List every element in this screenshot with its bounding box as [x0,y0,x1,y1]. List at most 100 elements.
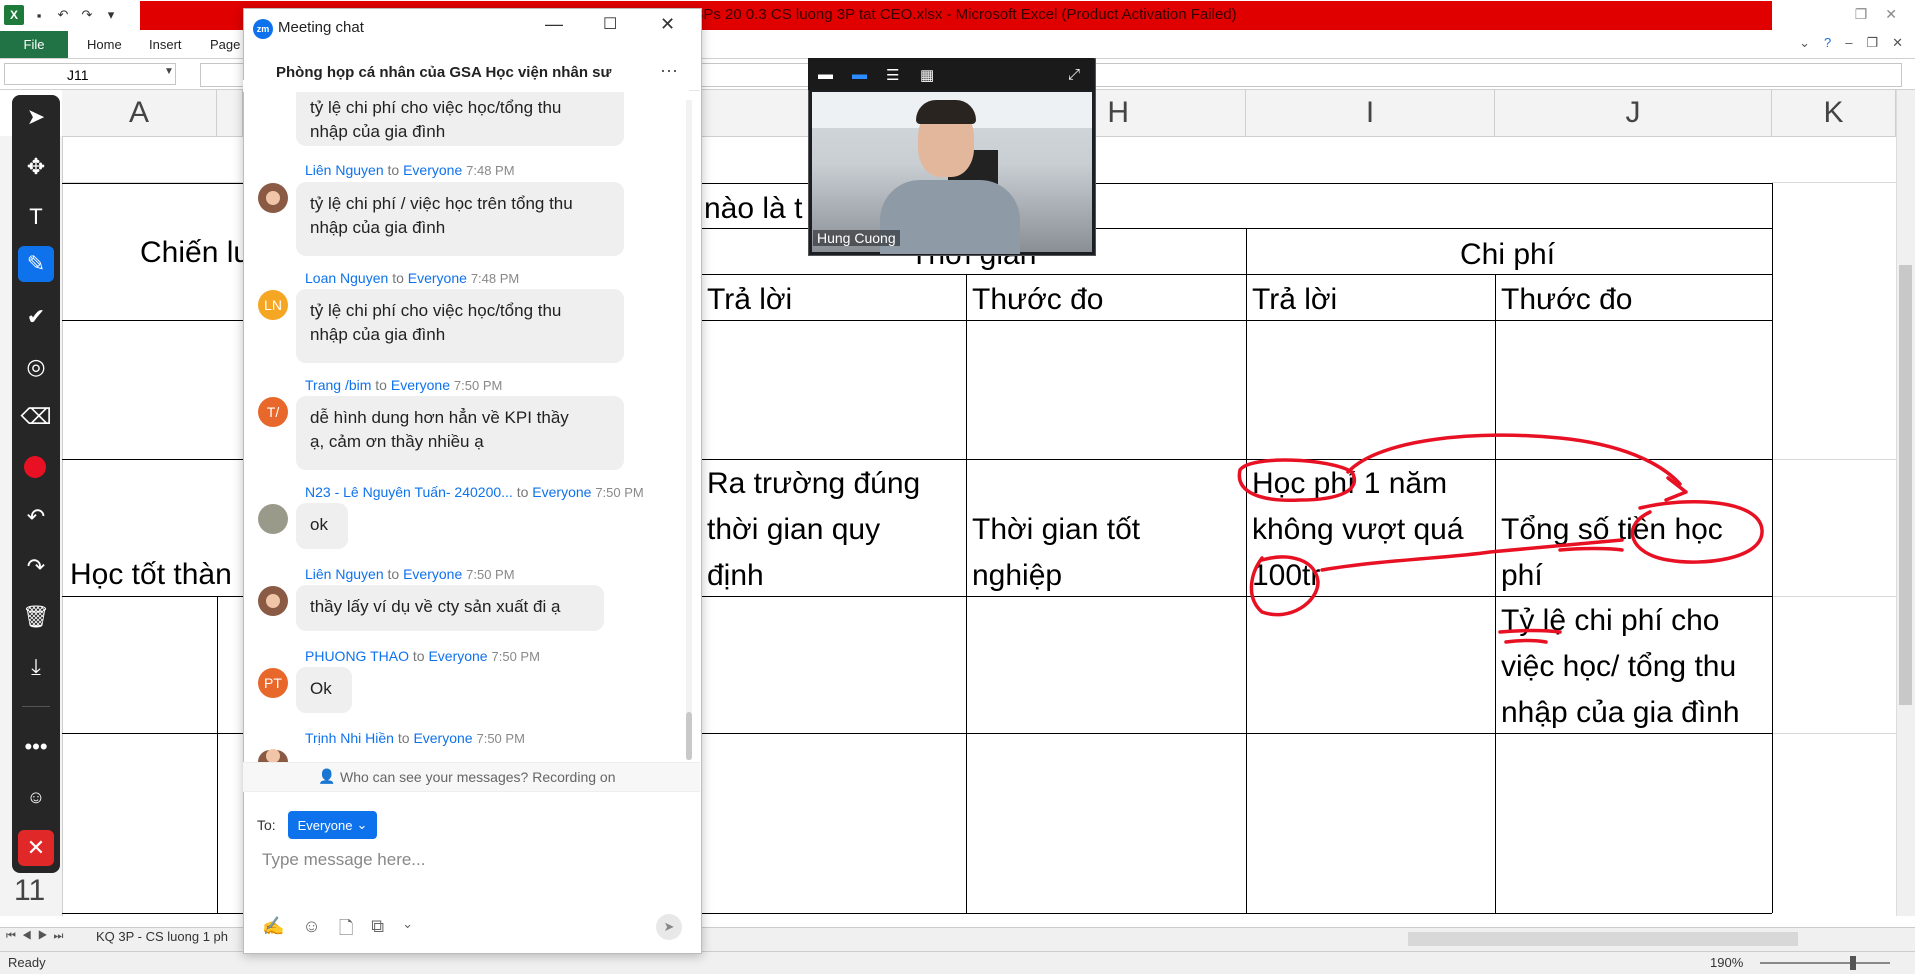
avatar[interactable]: LN [258,290,288,320]
avatar[interactable] [258,183,288,213]
row-header-11[interactable]: 11 [14,874,45,908]
zoom-level[interactable]: 190% [1710,955,1743,970]
tab-page-layout[interactable]: Page [210,37,240,52]
close-icon[interactable]: ✕ [1885,6,1897,23]
undo-icon[interactable]: ↶ [12,497,60,537]
close-icon[interactable]: ✕ [1892,35,1903,51]
redo-icon[interactable]: ↷ [12,547,60,587]
chat-close-icon[interactable]: ✕ [660,14,675,35]
time-measure-line-2[interactable]: nghiệp [972,553,1062,599]
tab-home[interactable]: Home [87,37,122,52]
emoji-icon[interactable]: ☺ [302,916,320,946]
file-icon[interactable]: 🗋 [339,916,353,946]
chat-message-bubble: ok [296,503,348,549]
screenshot-icon[interactable]: ⧉ [371,916,384,946]
chat-scrollbar[interactable] [686,100,692,760]
cost-answer-line-3[interactable]: 100tr [1252,553,1320,599]
eraser-icon[interactable]: ⌫ [12,397,60,437]
time-measure-header[interactable]: Thước đo [972,277,1103,323]
spotlight-icon[interactable]: ◎ [12,347,60,387]
time-answer-line-3[interactable]: định [707,553,764,599]
chat-notice-text[interactable]: Who can see your messages? Recording on [340,769,615,785]
group-cost-cell[interactable]: Chi phí [1460,232,1555,278]
ratio-measure-line-1[interactable]: Tỷ lệ chi phí cho [1501,598,1719,644]
format-icon[interactable]: ✍ [262,916,284,946]
customize-qat-icon[interactable]: ▾ [102,6,120,24]
horizontal-scroll-thumb[interactable] [1408,932,1798,946]
zoom-slider-knob[interactable] [1850,956,1856,970]
minimize-icon[interactable]: – [1845,35,1852,51]
message-input[interactable]: Type message here... [262,850,425,870]
select-arrow-icon[interactable]: ➤ [12,97,60,137]
avatar[interactable]: PT [258,668,288,698]
goal-label-cell[interactable]: Học tốt thàn [70,552,232,598]
move-icon[interactable]: ✥ [12,147,60,187]
text-tool-icon[interactable]: T [12,197,60,237]
cost-measure-line-1[interactable]: Tổng số tiền học [1501,507,1723,553]
undo-icon[interactable]: ↶ [54,6,72,24]
vertical-scroll-thumb[interactable] [1899,265,1912,705]
chat-minimize-icon[interactable]: — [545,14,563,35]
minimize-ribbon-icon[interactable]: ⌄ [1799,35,1810,51]
time-answer-header[interactable]: Trả lời [707,277,792,323]
avatar[interactable]: T/ [258,397,288,427]
time-answer-line-2[interactable]: thời gian quy [707,507,880,553]
tab-insert[interactable]: Insert [149,37,182,52]
cost-answer-line-2[interactable]: không vượt quá [1252,507,1464,553]
avatar[interactable] [258,750,288,762]
time-measure-line-1[interactable]: Thời gian tốt [972,507,1140,553]
header-question-cell[interactable]: nào là t [704,186,802,232]
strip-view-icon[interactable]: ☰ [886,66,899,84]
ratio-measure-line-3[interactable]: nhập của gia đình [1501,690,1740,736]
column-header-j[interactable]: J [1495,90,1772,136]
chat-more-icon[interactable]: ··· [660,60,678,81]
file-tab[interactable]: File [0,31,68,58]
column-header-b[interactable] [217,90,243,136]
sheet-tab[interactable]: KQ 3P - CS luong 1 ph [96,929,228,944]
time-answer-line-1[interactable]: Ra trường đúng [707,461,920,507]
chat-message-bubble: tỷ lệ chi phí cho việc học/tổng thu nhập … [296,289,624,363]
name-box[interactable]: J11 [4,63,176,85]
quick-access-toolbar: X ▪ ↶ ↷ ▾ [0,0,120,30]
color-picker-icon[interactable] [24,456,46,478]
avatar[interactable] [258,586,288,616]
stamp-check-icon[interactable]: ✔ [12,297,60,337]
minimize-video-icon[interactable]: ▬ [818,66,833,83]
redo-icon[interactable]: ↷ [78,6,96,24]
chat-maximize-icon[interactable]: ☐ [603,14,617,34]
strategy-label-cell[interactable]: Chiến lư [140,230,253,276]
zoom-slider[interactable] [1760,962,1890,964]
save-icon[interactable]: ▪ [30,6,48,24]
chat-message-header: N23 - Lê Nguyên Tuấn- 240200... to Every… [305,484,644,500]
speaker-view-icon[interactable]: ▬ [852,66,867,83]
send-icon[interactable]: ➤ [656,914,682,940]
ratio-measure-line-2[interactable]: việc học/ tổng thu [1501,644,1736,690]
cost-answer-header[interactable]: Trả lời [1252,277,1337,323]
avatar[interactable] [258,504,288,534]
trash-icon[interactable]: 🗑 [12,597,60,637]
pen-icon[interactable]: ✎ [12,244,60,284]
column-header-k[interactable]: K [1772,90,1896,136]
more-options-chevron-icon[interactable]: ⌄ [402,916,413,946]
chat-window-title: Meeting chat [278,19,364,36]
cost-answer-line-1[interactable]: Học phí 1 năm [1252,461,1447,507]
gallery-view-icon[interactable]: ▦ [920,66,934,84]
restore-icon[interactable]: ❐ [1866,35,1878,51]
column-header-i[interactable]: I [1246,90,1495,136]
fullscreen-icon[interactable]: ⤢ [1068,66,1080,83]
more-icon[interactable]: ••• [12,727,60,767]
participant-icon[interactable]: ☺ [12,777,60,817]
help-icon[interactable]: ? [1824,35,1831,51]
column-header-a[interactable]: A [62,90,217,136]
chat-scroll-thumb[interactable] [686,712,692,760]
recipient-label: To: [257,817,276,833]
close-annotation-icon[interactable]: ✕ [18,830,54,866]
download-icon[interactable]: ⤓ [12,647,60,687]
cost-measure-header[interactable]: Thước đo [1501,277,1632,323]
name-box-dropdown-icon[interactable]: ▼ [164,66,174,77]
recipient-dropdown[interactable]: Everyone ⌄ [288,811,377,839]
cost-measure-line-2[interactable]: phí [1501,553,1543,599]
chat-message-header: Liên Nguyen to Everyone 7:48 PM [305,162,515,178]
restore-icon[interactable]: ❐ [1855,6,1868,23]
sheet-nav-arrows-icon[interactable]: ⏮◀▶⏭ [6,930,69,943]
